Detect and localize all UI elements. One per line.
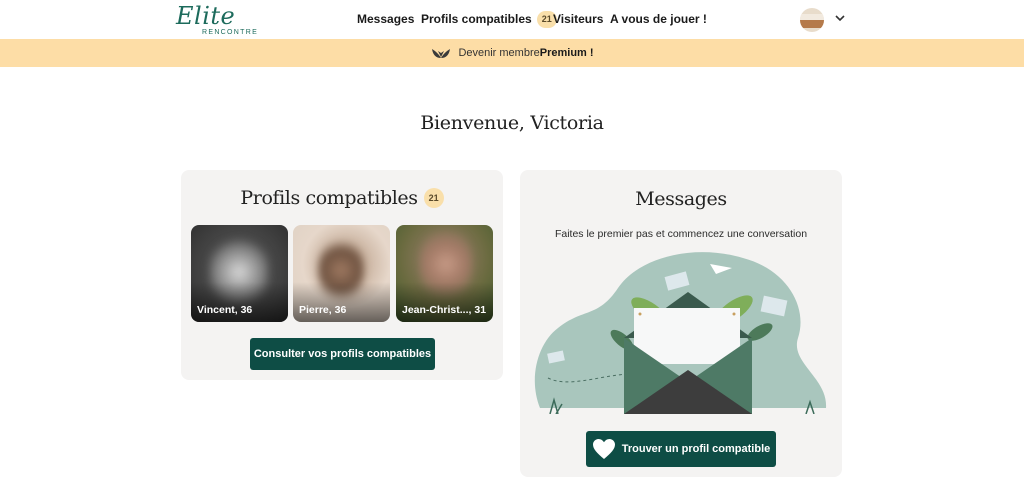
logo-subtitle: RENCONTRE: [202, 29, 259, 36]
nav-profils-label: Profils compatibles: [421, 12, 532, 26]
trouver-profil-label: Trouver un profil compatible: [621, 443, 771, 455]
banner-premium-text: Premium !: [539, 47, 594, 59]
envelope-illustration: [534, 252, 827, 414]
nav-visiteurs-label: Visiteurs: [553, 12, 604, 26]
logo[interactable]: Elite RENCONTRE: [176, 2, 259, 36]
profile-card[interactable]: Vincent, 36: [191, 225, 288, 322]
profile-card[interactable]: Jean-Christ..., 31: [396, 225, 493, 322]
banner-text: Devenir membre: [458, 47, 540, 59]
profils-card-title-text: Profils compatibles: [240, 187, 418, 209]
profile-name: Vincent, 36: [197, 304, 253, 316]
profils-card-title: Profils compatibles 21: [181, 187, 503, 209]
welcome-heading: Bienvenue, Victoria: [420, 112, 604, 134]
consulter-profils-button[interactable]: Consulter vos profils compatibles: [250, 338, 435, 370]
nav-avous-label: A vous de jouer !: [610, 12, 707, 26]
profile-card[interactable]: Pierre, 36: [293, 225, 390, 322]
profile-name: Pierre, 36: [299, 304, 347, 316]
trouver-profil-button[interactable]: Trouver un profil compatible: [586, 431, 776, 467]
nav-messages-label: Messages: [357, 12, 415, 26]
premium-banner[interactable]: Devenir membre Premium !: [0, 39, 1024, 67]
profile-name: Jean-Christ..., 31: [402, 304, 487, 316]
messages-card-subtitle: Faites le premier pas et commencez une c…: [554, 228, 808, 240]
nav-profils-compatibles[interactable]: Profils compatibles 21: [421, 0, 557, 38]
laurel-icon: [432, 49, 451, 58]
heart-icon: [592, 439, 615, 459]
nav-messages[interactable]: Messages: [357, 0, 414, 38]
messages-card: Messages Faites le premier pas et commen…: [520, 170, 842, 477]
profils-compatibles-card: Profils compatibles 21 Vincent, 36 Pierre…: [181, 170, 503, 380]
chevron-down-icon[interactable]: [834, 12, 846, 24]
logo-wordmark: Elite: [176, 2, 236, 30]
nav-visiteurs[interactable]: Visiteurs: [553, 0, 603, 38]
top-navigation: Elite RENCONTRE Messages Profils compati…: [0, 0, 1024, 38]
messages-card-title: Messages: [635, 188, 727, 210]
profils-card-count-badge: 21: [423, 188, 444, 208]
nav-a-vous-de-jouer[interactable]: A vous de jouer !: [610, 0, 707, 38]
user-avatar[interactable]: [800, 8, 824, 32]
